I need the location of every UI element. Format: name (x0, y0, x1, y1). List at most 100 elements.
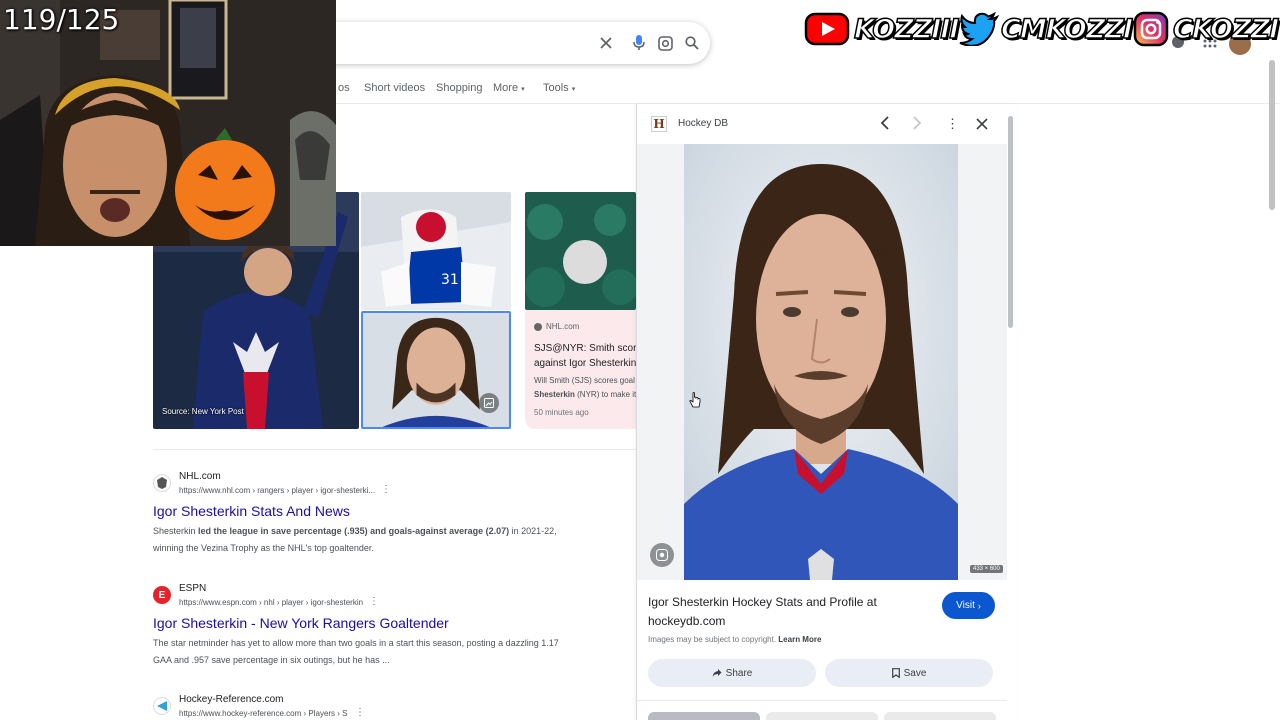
progress-counter: 119/125 (3, 3, 120, 36)
image-result-goalie-crease[interactable]: 31 (361, 192, 511, 310)
snippet-line: The star netminder has yet to allow more… (153, 638, 559, 648)
webcam-overlay: 119/125 (0, 0, 336, 246)
bookmark-icon (891, 668, 900, 678)
tab-more-label: More (493, 82, 519, 94)
news-card-snippet: Will Smith (SJS) scores goal Shesterkin … (534, 374, 636, 402)
snippet-part: in 2021-22, (509, 526, 557, 536)
result-snippet: Shesterkin led the league in save percen… (153, 523, 593, 557)
copyright-notice: Images may be subject to copyright. Lear… (648, 635, 821, 644)
social-youtube: KOZZIII (804, 9, 960, 49)
search-icon[interactable] (682, 33, 702, 53)
more-options-icon[interactable]: ⋮ (355, 707, 365, 718)
visit-label: Visit (956, 600, 975, 611)
next-icon[interactable] (912, 116, 922, 135)
result-site-name: NHL.com (179, 471, 221, 482)
result-url[interactable]: https://www.hockey-reference.com › Playe… (179, 709, 348, 718)
snippet-line: winning the Vezina Trophy as the NHL's t… (153, 543, 374, 553)
news-card-snippet-line1: Will Smith (SJS) scores goal (534, 376, 635, 385)
search-box[interactable] (300, 22, 710, 64)
more-options-icon[interactable]: ⋮ (369, 596, 379, 607)
result-title-link[interactable]: Igor Shesterkin Stats And News (153, 503, 350, 519)
panel-source-name[interactable]: Hockey DB (678, 118, 728, 129)
tab-tools[interactable]: Tools ▾ (543, 82, 575, 94)
snippet-bold: led the league in save percentage (.935)… (198, 526, 510, 536)
instagram-handle: CKOZZI (1172, 13, 1280, 46)
news-card-source: NHL.com (534, 322, 579, 331)
copyright-text: Images may be subject to copyright. (648, 635, 777, 644)
chevron-right-icon: › (977, 600, 981, 611)
more-options-icon[interactable]: ⋮ (381, 484, 391, 495)
visit-button[interactable]: Visit › (942, 592, 995, 619)
youtube-handle: KOZZIII (853, 13, 960, 46)
news-card-snippet-rest: (NYR) to make it (577, 390, 637, 399)
social-instagram: CKOZZI (1133, 9, 1280, 49)
save-button[interactable]: Save (825, 659, 993, 687)
result-url[interactable]: https://www.espn.com › nhl › player › ig… (179, 598, 363, 607)
caret-down-icon: ▾ (521, 86, 525, 93)
page-scrollbar[interactable] (1268, 60, 1276, 720)
panel-title-line2: hockeydb.com (648, 614, 726, 628)
tab-videos[interactable]: os (338, 82, 350, 94)
news-card-title-line1: SJS@NYR: Smith scores (534, 343, 647, 354)
result-snippet: The star netminder has yet to allow more… (153, 635, 593, 669)
microphone-icon[interactable] (629, 33, 649, 53)
hand-cursor-icon (689, 392, 701, 408)
save-label: Save (903, 667, 927, 679)
page-scrollbar-thumb[interactable] (1269, 60, 1275, 210)
news-card-snippet-bold: Shesterkin (534, 390, 575, 399)
result-site-name: Hockey-Reference.com (179, 694, 284, 705)
snippet-line: GAA and .957 save percentage in six outi… (153, 655, 390, 665)
hockey-reference-favicon (153, 697, 171, 715)
image-result-game-action[interactable] (525, 192, 636, 310)
twitter-bird-icon (959, 12, 999, 46)
preview-image[interactable] (684, 144, 958, 580)
snippet-part: Shesterkin (153, 526, 199, 536)
tab-shopping[interactable]: Shopping (436, 82, 483, 94)
caret-down-icon: ▾ (571, 86, 576, 93)
share-icon (712, 669, 722, 677)
image-source-caption: Source: New York Post (162, 407, 244, 416)
more-options-icon[interactable]: ⋮ (946, 116, 959, 132)
espn-favicon: E (153, 586, 171, 604)
result-title-link[interactable]: Igor Shesterkin - New York Rangers Goalt… (153, 615, 449, 631)
result-url[interactable]: https://www.nhl.com › rangers › player ›… (179, 486, 375, 495)
close-icon[interactable] (976, 117, 988, 135)
related-image-thumb[interactable] (766, 712, 878, 720)
news-card-time: 50 minutes ago (534, 408, 589, 417)
section-divider (153, 449, 636, 450)
panel-title-line1: Igor Shesterkin Hockey Stats and Profile… (648, 595, 877, 609)
image-result-headshot-selected[interactable] (361, 311, 511, 429)
youtube-icon (804, 12, 850, 46)
news-card[interactable]: NHL.com SJS@NYR: Smith scores against Ig… (525, 310, 647, 429)
nhl-favicon (153, 474, 171, 492)
social-twitter: CMKOZZI (959, 9, 1134, 49)
related-image-thumb[interactable] (884, 712, 996, 720)
share-label: Share (725, 667, 753, 679)
result-site-name: ESPN (179, 583, 207, 594)
instagram-icon (1133, 11, 1169, 47)
panel-title[interactable]: Igor Shesterkin Hockey Stats and Profile… (648, 593, 877, 631)
learn-more-link[interactable]: Learn More (778, 635, 821, 644)
lens-icon[interactable] (655, 33, 675, 53)
news-card-site: NHL.com (546, 322, 580, 331)
related-image-thumb[interactable] (648, 712, 760, 720)
panel-scrollbar[interactable] (1006, 106, 1015, 720)
previous-icon[interactable] (880, 116, 890, 135)
browser-page: os Short videos Shopping More ▾ Tools ▾ … (0, 0, 1280, 720)
svg-text:31: 31 (441, 272, 459, 288)
tab-short-videos[interactable]: Short videos (364, 82, 425, 94)
panel-divider (637, 700, 1007, 701)
clear-icon[interactable] (596, 33, 616, 53)
share-button[interactable]: Share (648, 659, 816, 687)
panel-scrollbar-thumb[interactable] (1008, 116, 1013, 328)
tab-tools-label: Tools (543, 82, 569, 94)
tab-more[interactable]: More ▾ (493, 82, 525, 94)
image-preview-panel: H Hockey DB ⋮ 433 × 600 Igor Shesterkin … (636, 104, 1016, 720)
lens-search-icon[interactable] (650, 543, 674, 567)
image-dimensions: 433 × 600 (970, 565, 1003, 573)
nhl-logo-icon (534, 322, 542, 331)
image-preview-icon[interactable] (479, 393, 499, 413)
hockeydb-logo-icon: H (651, 116, 667, 132)
news-card-title[interactable]: SJS@NYR: Smith scores against Igor Shest… (534, 341, 647, 371)
twitter-handle: CMKOZZI (1000, 13, 1134, 46)
